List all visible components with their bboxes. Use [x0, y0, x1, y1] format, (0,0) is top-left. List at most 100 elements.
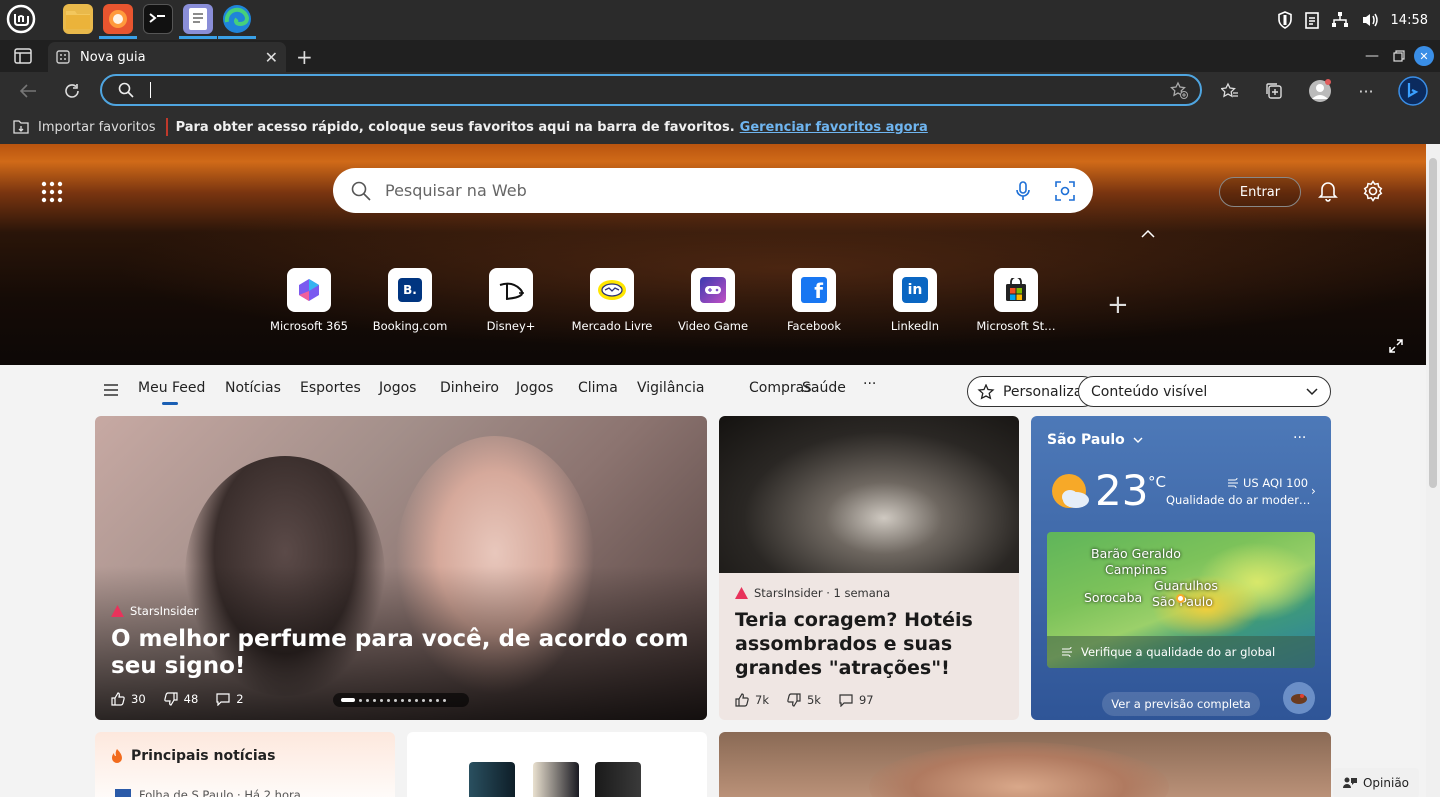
search-input[interactable]: Pesquisar na Web [385, 181, 1015, 200]
back-button[interactable] [16, 79, 40, 103]
firefox-icon[interactable] [103, 4, 133, 34]
feed-tab-jogos[interactable]: Jogos [379, 380, 416, 396]
clock[interactable]: 14:58 [1391, 13, 1428, 28]
tab-actions-icon[interactable] [14, 48, 32, 64]
hamburger-menu-icon[interactable] [104, 384, 118, 396]
quick-link-booking[interactable]: B. Booking.com [360, 268, 460, 333]
location-pin-icon [1176, 594, 1185, 603]
air-quality-index[interactable]: US AQI 100 [1227, 476, 1308, 490]
air-quality-icon [1227, 478, 1239, 488]
add-quick-link-button[interactable]: + [1107, 290, 1129, 320]
apps-launcher-icon[interactable] [41, 181, 63, 203]
close-window-button[interactable]: ✕ [1414, 46, 1434, 66]
comments-button[interactable]: 97 [839, 693, 874, 707]
quick-link-linkedin[interactable]: in LinkedIn [865, 268, 965, 333]
text-editor-icon[interactable] [183, 4, 213, 34]
settings-more-icon[interactable]: ··· [1354, 79, 1378, 103]
close-tab-icon[interactable]: ✕ [265, 48, 278, 67]
full-forecast-button[interactable]: Ver a previsão completa [1102, 692, 1260, 716]
edge-browser-icon[interactable] [222, 4, 252, 34]
quick-link-disney-plus[interactable]: Disney+ [461, 268, 561, 333]
minimize-button[interactable]: — [1362, 46, 1382, 66]
scrollbar-thumb[interactable] [1429, 158, 1437, 488]
feed-tab-dinheiro[interactable]: Dinheiro [440, 380, 499, 396]
quick-link-mercado-livre[interactable]: Mercado Livre [562, 268, 662, 333]
feedback-button[interactable]: Opinião [1333, 768, 1419, 797]
microsoft365-icon [287, 268, 331, 312]
address-bar[interactable] [100, 74, 1202, 106]
content-visibility-select[interactable]: Conteúdo visível [1078, 376, 1331, 407]
featured-story-card[interactable]: StarsInsider O melhor perfume para você,… [95, 416, 707, 720]
feed-tab-noticias[interactable]: Notícias [225, 380, 281, 396]
story-source: StarsInsider [111, 604, 199, 618]
profile-avatar[interactable] [1308, 79, 1332, 103]
dislike-button[interactable]: 5k [787, 693, 821, 707]
chevron-right-icon[interactable]: › [1311, 484, 1316, 498]
web-search-box[interactable]: Pesquisar na Web [333, 168, 1093, 213]
bing-copilot-icon[interactable] [1398, 76, 1428, 106]
collections-icon[interactable] [1262, 79, 1286, 103]
volume-icon[interactable] [1361, 12, 1379, 28]
restore-button[interactable] [1389, 46, 1409, 66]
feed-tab-clima[interactable]: Clima [578, 380, 618, 396]
quick-link-label: Disney+ [486, 319, 536, 333]
weather-more-options-icon[interactable]: ··· [1293, 430, 1306, 446]
comments-button[interactable]: 2 [216, 692, 244, 706]
page-scrollbar[interactable] [1426, 144, 1440, 797]
like-button[interactable]: 30 [111, 692, 146, 706]
weather-card[interactable]: São Paulo ··· 23 °C US AQI 100 Qualidade… [1031, 416, 1331, 720]
visual-search-icon[interactable] [1055, 180, 1075, 201]
feed-tab-esportes[interactable]: Esportes [300, 380, 361, 396]
manage-favorites-link[interactable]: Gerenciar favoritos agora [740, 120, 928, 135]
favorites-bar-message: Para obter acesso rápido, coloque seus f… [175, 119, 735, 135]
shield-icon[interactable] [1277, 11, 1293, 29]
quick-link-video-game[interactable]: Video Game [663, 268, 763, 333]
feed-tab-meu-feed[interactable]: Meu Feed [138, 380, 205, 396]
weather-map[interactable]: Barão Geraldo Campinas Guarulhos Sorocab… [1047, 532, 1315, 668]
global-air-quality-link[interactable]: Verifique a qualidade do ar global [1047, 636, 1315, 668]
refresh-button[interactable] [60, 79, 84, 103]
import-favorites-icon[interactable] [12, 119, 30, 135]
microphone-icon[interactable] [1015, 180, 1031, 201]
files-folder-icon[interactable] [63, 4, 93, 34]
new-tab-button[interactable]: + [296, 45, 313, 69]
top-news-item[interactable]: Folha de S.Paulo · Há 2 hora [115, 788, 301, 797]
favorites-icon[interactable] [1218, 79, 1242, 103]
promo-card-phones[interactable] [407, 732, 707, 797]
quick-link-microsoft365[interactable]: Microsoft 365 [259, 268, 359, 333]
quick-link-microsoft-store[interactable]: Microsoft St… [966, 268, 1066, 333]
like-button[interactable]: 7k [735, 693, 769, 707]
weather-location-selector[interactable]: São Paulo [1047, 432, 1143, 448]
story-title[interactable]: Teria coragem? Hotéis assombrados e suas… [735, 608, 1005, 680]
story-title[interactable]: O melhor perfume para você, de acordo co… [111, 626, 691, 680]
tab-title: Nova guia [80, 49, 146, 65]
page-settings-gear-icon[interactable] [1362, 180, 1384, 202]
expand-icon[interactable] [1389, 339, 1403, 353]
tab-new-tab[interactable]: Nova guia ✕ [48, 42, 286, 72]
feed-navigation: Meu Feed Notícias Esportes Jogos Dinheir… [95, 376, 1335, 407]
add-favorite-icon[interactable] [1170, 81, 1188, 99]
import-favorites-link[interactable]: Importar favoritos [38, 120, 156, 135]
product-image [595, 762, 641, 797]
navigation-bar: ··· [0, 72, 1440, 110]
network-icon[interactable] [1331, 11, 1349, 29]
story-card-photo[interactable] [719, 732, 1331, 797]
feed-tab-jogos-2[interactable]: Jogos [516, 380, 553, 396]
air-quality-icon [1061, 647, 1073, 657]
clipboard-icon[interactable] [1304, 11, 1319, 29]
linux-mint-menu-icon[interactable] [6, 4, 36, 34]
weather-assistant-icon[interactable] [1283, 682, 1315, 714]
feed-tab-saude[interactable]: Saúde [802, 380, 846, 396]
sign-in-button[interactable]: Entrar [1219, 177, 1301, 207]
quick-link-facebook[interactable]: f Facebook [764, 268, 864, 333]
dislike-button[interactable]: 48 [163, 692, 198, 706]
top-news-card[interactable]: Principais notícias Folha de S.Paulo · H… [95, 732, 395, 797]
more-tabs-button[interactable]: ··· [863, 376, 876, 392]
collapse-chevron-up-icon[interactable] [1141, 230, 1155, 238]
story-card-haunted-hotels[interactable]: StarsInsider · 1 semana Teria coragem? H… [719, 416, 1019, 720]
quick-link-label: Mercado Livre [571, 319, 653, 333]
terminal-icon[interactable] [143, 4, 173, 34]
feed-tab-vigilancia[interactable]: Vigilância [637, 380, 704, 396]
notifications-bell-icon[interactable] [1318, 180, 1338, 202]
carousel-pager[interactable] [333, 693, 469, 707]
